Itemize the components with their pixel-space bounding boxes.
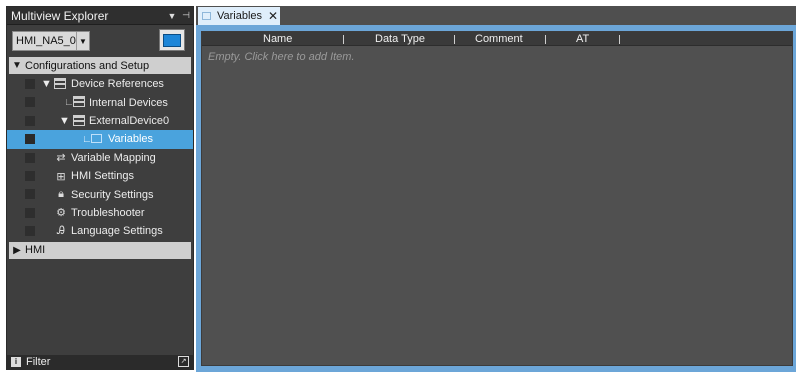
language-settings-icon: Ꭿ [57,224,65,237]
expand-triangle-icon: ▼ [41,78,52,91]
tree-item-hmi-settings[interactable]: ⊞ HMI Settings [7,167,193,185]
variables-icon [91,134,102,144]
section-label: HMI [25,244,46,257]
tree-item-external-device0[interactable]: ▼ ExternalDevice0 [7,112,193,130]
variable-mapping-icon: ⇄ [56,152,66,165]
tree-item-label: ExternalDevice0 [89,114,170,127]
status-square [25,134,35,145]
status-square [25,79,35,89]
tree-item-label: Security Settings [71,188,154,201]
tree-item-label: Device References [71,78,164,91]
column-header-at[interactable]: AT [576,32,589,46]
tree-item-troubleshooter[interactable]: ⚙ Troubleshooter [7,204,193,222]
column-header-name[interactable]: Name [263,32,292,46]
tree-item-label: Variables [108,133,154,146]
column-separator[interactable] [545,35,546,44]
explorer-header: Multiview Explorer ▼ ⊣ [7,7,193,25]
status-square [25,152,35,163]
column-separator[interactable] [343,35,344,44]
status-square [25,207,35,218]
expand-icon[interactable]: ↗ [178,356,189,367]
status-square [25,115,35,126]
grid-header: Name Data Type Comment AT [202,32,792,46]
section-label: Configurations and Setup [25,59,150,72]
hmi-settings-icon: ⊞ [56,170,66,183]
tree-item-language-settings[interactable]: Ꭿ Language Settings [7,222,193,240]
variables-editor: Variables ✕ Name Data Type Comment AT Em… [196,6,796,372]
internal-devices-icon [73,96,85,108]
troubleshooter-icon: ⚙ [56,207,66,220]
device-row: HMI_NA5_0 ▼ [7,25,193,57]
device-references-icon [54,78,66,89]
tab-variables[interactable]: Variables ✕ [198,7,280,25]
external-device-icon [73,114,85,126]
close-icon[interactable]: ✕ [268,9,278,23]
tab-label: Variables [217,10,263,22]
column-separator[interactable] [454,35,455,44]
tree-item-label: Variable Mapping [71,151,156,164]
explorer-title: Multiview Explorer [11,8,109,23]
expand-triangle-icon: ▼ [12,60,22,71]
tree-item-variables[interactable]: ∟ Variables [7,130,193,149]
tree-item-label: Internal Devices [89,96,168,109]
status-square [25,170,35,181]
tree-item-internal-devices[interactable]: ∟ Internal Devices [7,93,193,111]
tree-item-label: HMI Settings [71,170,134,183]
device-screen-icon[interactable] [159,29,185,51]
security-settings-icon: 🔒︎ [58,188,64,201]
filter-bar[interactable]: i Filter ↗ [7,355,193,369]
chevron-down-icon: ▼ [75,32,89,50]
variables-tab-icon [202,12,211,20]
status-square [25,226,35,237]
column-header-data-type[interactable]: Data Type [375,32,425,46]
info-icon: i [11,357,21,367]
tree-item-label: Troubleshooter [71,206,145,219]
tree-item-device-references[interactable]: ▼ Device References [7,75,193,93]
column-header-comment[interactable]: Comment [475,32,523,46]
tab-strip: Variables ✕ [196,6,796,25]
pin-icon[interactable]: ⊣ [179,10,193,21]
device-select[interactable]: HMI_NA5_0 ▼ [12,31,90,51]
section-hmi[interactable]: ▶ HMI [9,241,191,259]
status-square [25,97,35,108]
column-separator[interactable] [619,35,620,44]
tree-item-security-settings[interactable]: 🔒︎ Security Settings [7,185,193,203]
multiview-explorer-panel: Multiview Explorer ▼ ⊣ HMI_NA5_0 ▼ ▼ Con… [6,6,194,370]
section-configurations-and-setup[interactable]: ▼ Configurations and Setup [9,57,191,74]
status-square [25,189,35,200]
device-select-value: HMI_NA5_0 [16,35,76,47]
expand-triangle-icon: ▼ [59,114,70,127]
empty-grid-message[interactable]: Empty. Click here to add Item. [208,51,355,63]
variables-grid[interactable]: Name Data Type Comment AT Empty. Click h… [201,31,793,366]
filter-label: Filter [26,356,51,368]
dropdown-arrow-icon[interactable]: ▼ [165,11,179,21]
tree-item-variable-mapping[interactable]: ⇄ Variable Mapping [7,149,193,167]
tree-item-label: Language Settings [71,225,163,238]
collapsed-triangle-icon: ▶ [13,244,21,256]
